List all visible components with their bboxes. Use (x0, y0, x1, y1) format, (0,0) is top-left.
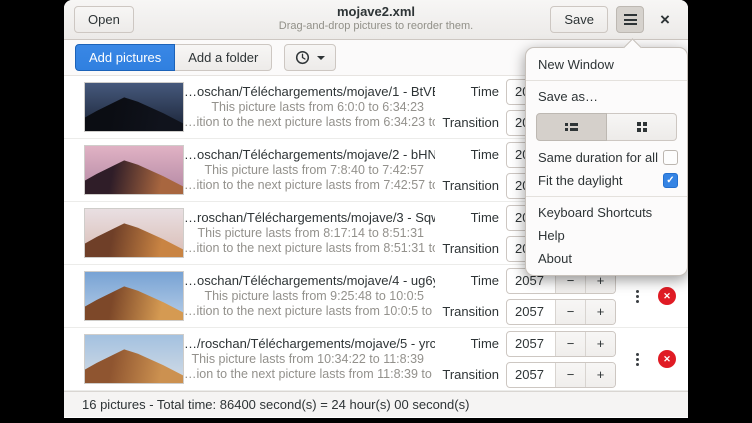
menu-item-fit-daylight[interactable]: Fit the daylight ✓ (526, 169, 687, 192)
delete-icon: ✕ (663, 354, 671, 364)
add-pictures-button[interactable]: Add pictures (75, 44, 175, 71)
picture-transition-text: …ition to the next picture lasts from 6:… (184, 115, 424, 131)
picture-info: …oschan/Téléchargements/mojave/1 - BtVEO… (184, 84, 435, 131)
open-button[interactable]: Open (74, 6, 134, 33)
picture-thumbnail (84, 82, 184, 132)
time-value-input[interactable]: 2057 (507, 332, 555, 356)
menu-item-about[interactable]: About (526, 247, 687, 270)
menu-separator (526, 196, 687, 197)
add-buttons-group: Add pictures Add a folder (75, 44, 272, 71)
transition-value-input[interactable]: 2057 (507, 363, 555, 387)
transition-value-input[interactable]: 2057 (507, 300, 555, 324)
transition-spinbox: 2057 − + (506, 299, 616, 325)
picture-filename: …/roschan/Téléchargements/mojave/5 - yrc… (184, 336, 424, 352)
add-folder-button[interactable]: Add a folder (175, 44, 272, 71)
close-icon: × (660, 10, 670, 29)
same-duration-label: Same duration for all (538, 150, 658, 165)
picture-thumbnail (84, 145, 184, 195)
grid-view-button[interactable] (607, 113, 677, 141)
picture-thumbnail (84, 271, 184, 321)
list-view-button[interactable] (536, 113, 607, 141)
transition-label: Transition (435, 115, 499, 130)
main-menu-popover: New Window Save as… Same duration for al… (525, 47, 688, 276)
time-increment-button[interactable]: + (585, 332, 615, 356)
picture-duration-text: This picture lasts from 6:0:0 to 6:34:23 (184, 100, 424, 116)
picture-filename: …roschan/Téléchargements/mojave/3 - Sqwc… (184, 210, 424, 226)
picture-info: …oschan/Téléchargements/mojave/4 - ug6yg… (184, 273, 435, 320)
view-mode-toggle (536, 113, 677, 141)
clock-icon (295, 50, 310, 65)
picture-transition-text: …ion to the next picture lasts from 11:8… (184, 367, 424, 383)
menu-item-save-as[interactable]: Save as… (526, 85, 687, 108)
transition-label: Transition (435, 304, 499, 319)
picture-duration-text: This picture lasts from 10:34:22 to 11:8… (184, 352, 424, 368)
time-decrement-button[interactable]: − (555, 332, 585, 356)
picture-transition-text: …ition to the next picture lasts from 8:… (184, 241, 424, 257)
delete-picture-button[interactable]: ✕ (658, 287, 676, 305)
same-duration-checkbox[interactable] (663, 150, 678, 165)
transition-label: Transition (435, 241, 499, 256)
fit-daylight-checkbox[interactable]: ✓ (663, 173, 678, 188)
delete-icon: ✕ (663, 291, 671, 301)
menu-separator (526, 80, 687, 81)
picture-transition-text: …ition to the next picture lasts from 10… (184, 304, 424, 320)
hamburger-icon (624, 14, 637, 25)
delete-picture-button[interactable]: ✕ (658, 350, 676, 368)
picture-info: …oschan/Téléchargements/mojave/2 - bHNnH… (184, 147, 435, 194)
statusbar: 16 pictures - Total time: 86400 second(s… (64, 391, 688, 417)
headerbar: Open mojave2.xml Drag-and-drop pictures … (64, 0, 688, 40)
menu-item-new-window[interactable]: New Window (526, 53, 687, 76)
picture-filename: …oschan/Téléchargements/mojave/4 - ug6yg… (184, 273, 424, 289)
checkmark-icon: ✓ (666, 173, 674, 188)
picture-duration-text: This picture lasts from 7:8:40 to 7:42:5… (184, 163, 424, 179)
transition-label: Transition (435, 178, 499, 193)
row-menu-button[interactable] (632, 349, 643, 370)
transition-increment-button[interactable]: + (585, 363, 615, 387)
menu-item-keyboard-shortcuts[interactable]: Keyboard Shortcuts (526, 201, 687, 224)
picture-filename: …oschan/Téléchargements/mojave/1 - BtVEO… (184, 84, 424, 100)
picture-duration-text: This picture lasts from 8:17:14 to 8:51:… (184, 226, 424, 242)
time-label: Time (435, 147, 499, 162)
chevron-down-icon (317, 56, 325, 60)
picture-filename: …oschan/Téléchargements/mojave/2 - bHNnH… (184, 147, 424, 163)
row-menu-button[interactable] (632, 286, 643, 307)
picture-transition-text: …ition to the next picture lasts from 7:… (184, 178, 424, 194)
time-spinbox: 2057 − + (506, 331, 616, 357)
header-actions: Save × (550, 6, 678, 33)
menu-item-same-duration[interactable]: Same duration for all (526, 146, 687, 169)
transition-decrement-button[interactable]: − (555, 300, 585, 324)
picture-duration-text: This picture lasts from 9:25:48 to 10:0:… (184, 289, 424, 305)
fit-daylight-label: Fit the daylight (538, 173, 623, 188)
close-button[interactable]: × (652, 7, 678, 33)
picture-row-5[interactable]: …/roschan/Téléchargements/mojave/5 - yrc… (64, 328, 688, 391)
status-text: 16 pictures - Total time: 86400 second(s… (82, 397, 469, 412)
app-window: Open mojave2.xml Drag-and-drop pictures … (64, 0, 688, 418)
time-label: Time (435, 336, 499, 351)
time-options-button[interactable] (284, 44, 336, 71)
transition-increment-button[interactable]: + (585, 300, 615, 324)
picture-thumbnail (84, 208, 184, 258)
grid-view-icon (637, 122, 647, 132)
picture-info: …roschan/Téléchargements/mojave/3 - Sqwc… (184, 210, 435, 257)
transition-label: Transition (435, 367, 499, 382)
transition-decrement-button[interactable]: − (555, 363, 585, 387)
screen-background: Open mojave2.xml Drag-and-drop pictures … (0, 0, 752, 423)
row-controls: Time 2057 − + Transition 2057 − + (435, 331, 616, 388)
picture-thumbnail (84, 334, 184, 384)
picture-info: …/roschan/Téléchargements/mojave/5 - yrc… (184, 336, 435, 383)
time-label: Time (435, 273, 499, 288)
time-label: Time (435, 84, 499, 99)
transition-spinbox: 2057 − + (506, 362, 616, 388)
list-view-icon (565, 123, 578, 131)
menu-item-help[interactable]: Help (526, 224, 687, 247)
row-controls: Time 2057 − + Transition 2057 − + (435, 268, 616, 325)
save-button[interactable]: Save (550, 6, 608, 33)
menu-button[interactable] (616, 6, 644, 33)
time-label: Time (435, 210, 499, 225)
